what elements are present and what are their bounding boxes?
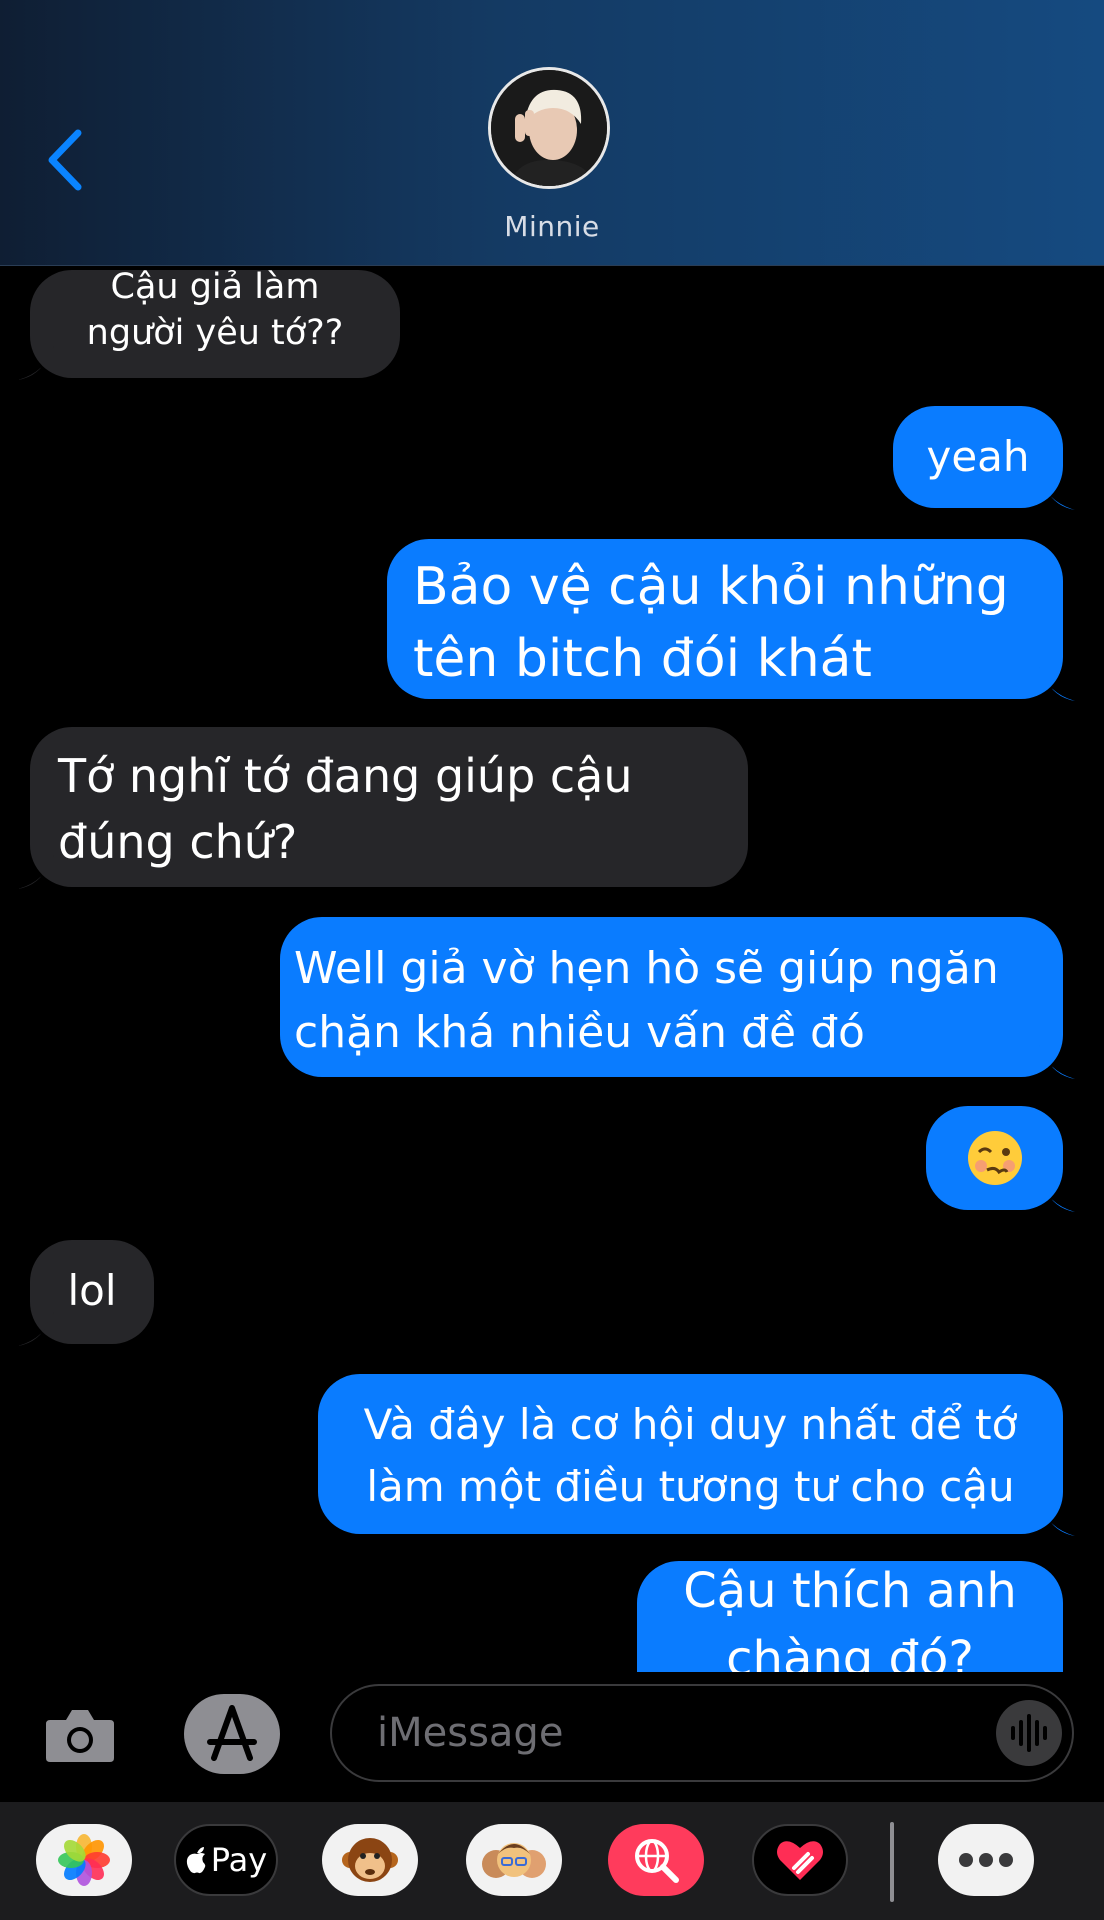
bubble-tail	[1039, 1502, 1075, 1536]
message-text: Cậu thích anh	[683, 1563, 1017, 1619]
bubble-tail	[1039, 667, 1075, 701]
message-bubble-outgoing[interactable]: yeah	[893, 406, 1075, 510]
image-search-app-button[interactable]	[608, 1824, 704, 1896]
more-apps-button[interactable]	[938, 1824, 1034, 1896]
app-store-button[interactable]	[184, 1694, 280, 1774]
message-text: Well giả vờ hẹn hò sẽ giúp ngăn	[294, 943, 999, 994]
message-text: tên bitch đói khát	[413, 629, 872, 689]
message-text: Và đây là cơ hội duy nhất để tớ	[363, 1400, 1018, 1449]
message-text: Tớ nghĩ tớ đang giúp cậu	[58, 749, 633, 803]
contact-avatar[interactable]	[488, 67, 610, 189]
message-text: Bảo vệ cậu khỏi những	[413, 557, 1009, 617]
message-bubble-outgoing[interactable]: Và đây là cơ hội duy nhất để tớ làm một …	[318, 1374, 1075, 1536]
conversation-header: Minnie	[0, 0, 1104, 266]
animoji-app-button[interactable]	[322, 1824, 418, 1896]
bubble-tail	[1039, 476, 1075, 510]
message-text: lol	[67, 1266, 117, 1315]
contact-name[interactable]: Minnie	[0, 210, 1104, 243]
bubble-tail	[18, 855, 54, 889]
memoji-icon	[482, 1843, 546, 1878]
message-bubble-incoming[interactable]: lol	[18, 1240, 154, 1346]
app-drawer: Pay	[0, 1802, 1104, 1920]
bubble-tail	[1039, 1178, 1075, 1212]
avatar-photo	[491, 70, 607, 186]
back-button[interactable]	[40, 125, 90, 195]
camera-button[interactable]	[44, 1702, 116, 1766]
message-bubble-outgoing[interactable]: Well giả vờ hẹn hò sẽ giúp ngăn chặn khá…	[280, 917, 1075, 1079]
waveform-icon	[1011, 1714, 1047, 1752]
composer-bar: iMessage	[0, 1672, 1104, 1802]
more-icon	[959, 1853, 1013, 1867]
globe-search-icon	[635, 1839, 679, 1883]
app-store-icon	[207, 1705, 257, 1761]
apple-logo-icon	[186, 1847, 206, 1874]
message-text: làm một điều tương tư cho cậu	[366, 1462, 1015, 1511]
message-text: người yêu tớ??	[86, 313, 344, 353]
message-bubble-outgoing[interactable]: 🥴	[926, 1106, 1075, 1212]
message-text: yeah	[926, 432, 1030, 481]
message-bubble-incoming[interactable]: Cậu giả làm người yêu tớ??	[18, 267, 400, 380]
woozy-face-icon	[967, 1131, 1022, 1185]
digital-touch-app-button[interactable]	[752, 1824, 848, 1896]
imessage-placeholder: iMessage	[377, 1710, 564, 1756]
bubble-tail	[18, 1312, 54, 1346]
photos-app-button[interactable]	[36, 1824, 132, 1896]
memoji-app-button[interactable]	[466, 1824, 562, 1896]
message-bubble-outgoing[interactable]: Bảo vệ cậu khỏi những tên bitch đói khát	[387, 539, 1075, 701]
bubble-tail	[18, 346, 54, 380]
chevron-left-icon	[48, 129, 82, 191]
heart-touch-icon	[777, 1841, 823, 1880]
monkey-icon	[342, 1838, 398, 1882]
drawer-divider	[890, 1822, 894, 1902]
imessage-input[interactable]: iMessage	[330, 1684, 1074, 1782]
message-text: Cậu giả làm	[110, 267, 320, 307]
message-bubble-incoming[interactable]: Tớ nghĩ tớ đang giúp cậu đúng chứ?	[18, 727, 748, 889]
audio-message-button[interactable]	[996, 1700, 1062, 1766]
bubble-tail	[1039, 1045, 1075, 1079]
photos-icon	[58, 1834, 110, 1886]
apple-pay-app-button[interactable]: Pay	[174, 1824, 278, 1896]
message-text: đúng chứ?	[58, 815, 298, 869]
message-text: chặn khá nhiều vấn đề đó	[294, 1007, 865, 1058]
camera-icon	[46, 1710, 114, 1762]
apple-pay-label: Pay	[210, 1841, 268, 1879]
